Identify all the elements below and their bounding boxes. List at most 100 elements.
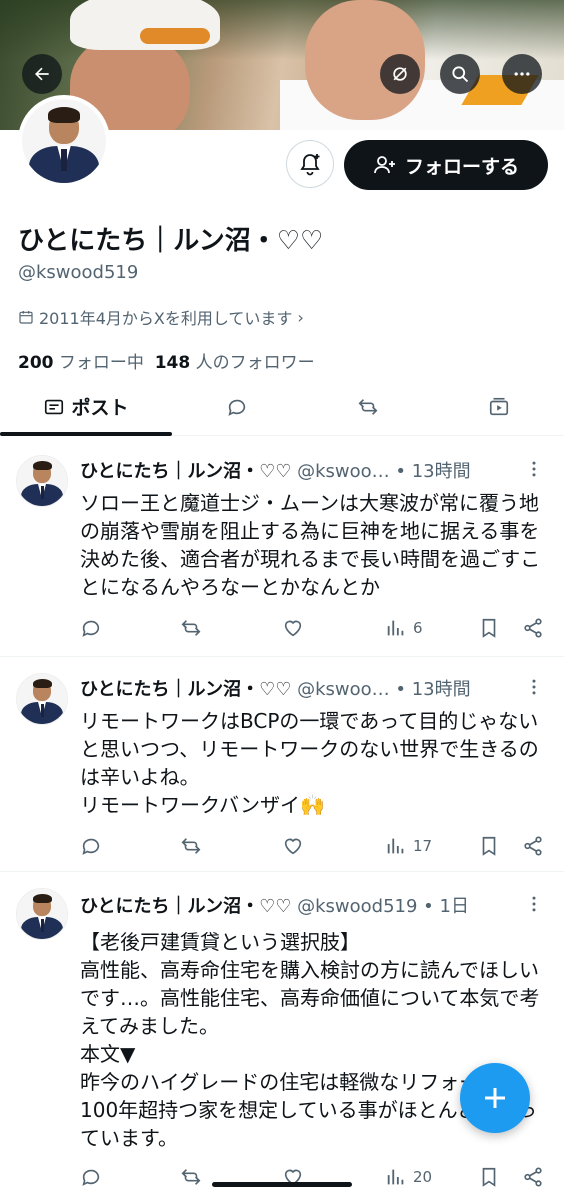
repost-button[interactable] [180,613,202,643]
home-indicator[interactable] [212,1182,352,1187]
tab-replies[interactable] [172,378,303,435]
profile-name: ひとにたち｜ルン沼・♡♡ [18,226,324,256]
like-button[interactable] [282,613,304,643]
search-icon [452,66,469,83]
back-button[interactable] [22,54,62,94]
calendar-icon [19,311,33,324]
repost-icon [181,620,201,636]
bookmark-icon [482,836,496,856]
heart-icon [284,838,302,855]
avatar-image [32,461,52,470]
followers-label: 人のフォロワー [195,353,315,373]
bookmark-icon [482,618,496,638]
bookmark-button[interactable] [478,1162,500,1192]
media-icon [489,397,508,415]
post-author[interactable]: ひとにたち｜ルン沼・♡♡ [80,461,291,482]
back-arrow-icon [35,67,49,81]
post-header: ひとにたち｜ルン沼・♡♡ @kswoo… • 13時間 [80,457,530,483]
share-button[interactable] [522,1162,544,1192]
reply-icon [82,1169,100,1186]
analytics-icon [387,1169,404,1185]
joined-date-label: 2011年4月からXを利用しています [39,309,293,328]
post-header: ひとにたち｜ルン沼・♡♡ @kswood519 • 1日 [80,892,530,918]
profile-handle: @kswood519 [18,262,139,283]
follow-button[interactable]: フォローする [344,140,548,190]
like-button[interactable] [282,831,304,861]
views-count: 6 [413,619,423,637]
bell-plus-icon [300,154,320,176]
add-user-icon [374,156,395,174]
analytics-icon [387,620,404,636]
repost-icon [358,398,378,415]
avatar-image [40,919,44,932]
avatar[interactable] [16,888,68,940]
post-item[interactable]: ひとにたち｜ルン沼・♡♡ @kswoo… • 13時間 ソロー王と魔道士ジ・ムー… [0,437,564,657]
analytics-icon [387,838,404,854]
notification-subscribe-button[interactable] [286,140,334,188]
views-button[interactable]: 17 [385,831,432,861]
post-item[interactable]: ひとにたち｜ルン沼・♡♡ @kswoo… • 13時間 リモートワークはBCPの… [0,657,564,872]
post-text: リモートワークはBCPの一環であって目的じゃないと思いつつ、リモートワークのない… [80,709,539,817]
post-actions: 20 [80,1162,550,1192]
chevron-right-icon: › [297,307,304,327]
share-icon [524,1167,542,1187]
avatar-image [40,486,44,499]
follow-stats: 200 フォロー中 148 人のフォロワー [18,348,315,373]
bookmark-icon [482,1167,496,1187]
share-button[interactable] [522,831,544,861]
avatar-image [40,704,44,717]
avatar[interactable] [16,673,68,725]
like-button[interactable] [282,1162,304,1192]
more-vertical-icon[interactable] [524,894,544,914]
post-author[interactable]: ひとにたち｜ルン沼・♡♡ [80,679,291,700]
share-button[interactable] [522,613,544,643]
reply-button[interactable] [80,831,102,861]
joined-date[interactable]: 2011年4月からXを利用しています › [18,305,304,329]
more-button[interactable] [502,54,542,94]
reply-button[interactable] [80,1162,102,1192]
profile-avatar[interactable] [18,95,110,187]
more-vertical-icon[interactable] [524,677,544,697]
share-icon [524,836,542,856]
following-label: フォロー中 [58,353,144,373]
post-meta: @kswoo… • 13時間 [297,679,471,700]
post-item[interactable]: ひとにたち｜ルン沼・♡♡ @kswood519 • 1日 【老後戸建賃貸という選… [0,872,564,1200]
views-button[interactable]: 6 [385,613,423,643]
grok-icon [393,67,407,81]
reply-button[interactable] [80,613,102,643]
tab-posts[interactable]: ポスト [0,378,172,436]
repost-icon [181,838,201,854]
compose-button[interactable] [460,1063,530,1133]
views-button[interactable]: 20 [385,1162,432,1192]
tab-reposts[interactable] [303,378,434,435]
following-count: 200 [18,353,54,373]
post-actions: 6 [80,613,550,643]
post-header: ひとにたち｜ルン沼・♡♡ @kswoo… • 13時間 [80,675,530,701]
tab-media[interactable] [433,378,564,435]
repost-icon [181,1169,201,1185]
following-link[interactable]: 200 フォロー中 [18,353,144,373]
views-count: 20 [413,1168,433,1186]
repost-button[interactable] [180,1162,202,1192]
profile-tabs: ポスト [0,378,564,436]
more-icon [514,72,530,76]
followers-count: 148 [154,353,191,373]
bookmark-button[interactable] [478,613,500,643]
reply-icon [228,399,246,416]
search-button[interactable] [440,54,480,94]
repost-button[interactable] [180,831,202,861]
grok-button[interactable] [380,54,420,94]
more-vertical-icon[interactable] [524,459,544,479]
banner-image [140,28,210,44]
avatar[interactable] [16,455,68,507]
reply-icon [82,838,100,855]
post-text: ソロー王と魔道士ジ・ムーンは大寒波が常に覆う地の崩落や雪崩を阻止する為に巨神を地… [80,491,541,599]
reply-icon [82,620,100,637]
avatar-image [48,107,80,123]
bookmark-button[interactable] [478,831,500,861]
share-icon [524,618,542,638]
plus-icon [485,1088,505,1108]
post-author[interactable]: ひとにたち｜ルン沼・♡♡ [80,896,291,917]
heart-icon [284,620,302,637]
followers-link[interactable]: 148 人のフォロワー [155,353,315,373]
